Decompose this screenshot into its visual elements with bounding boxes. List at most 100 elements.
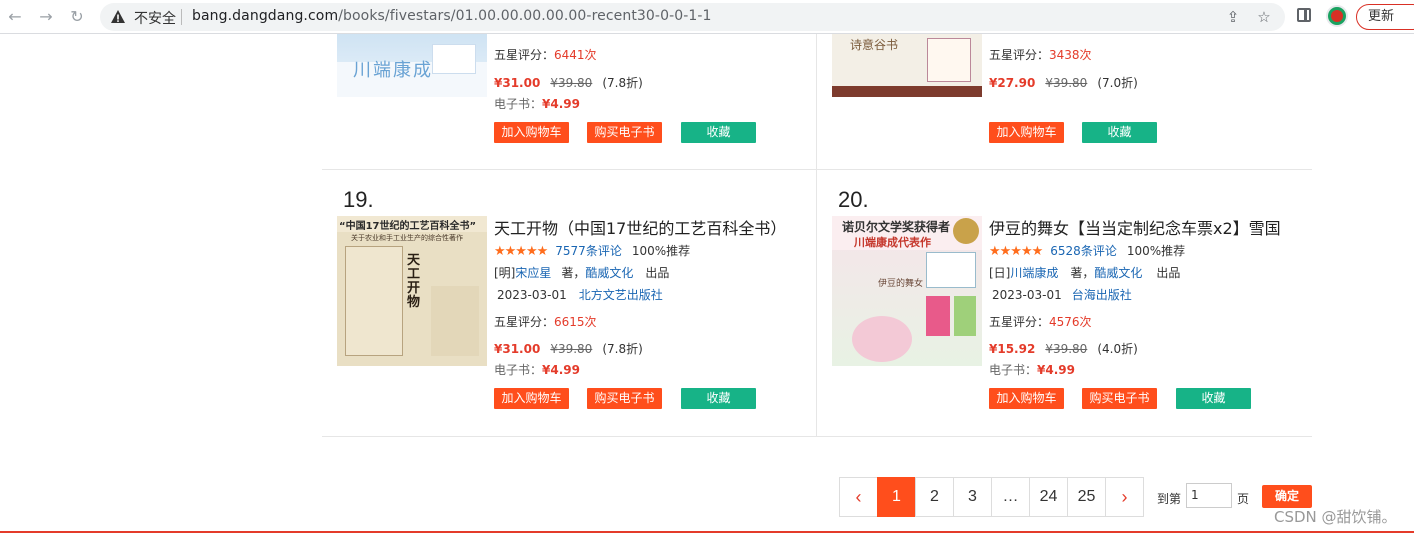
reload-icon[interactable]: ↻ [66,6,88,28]
ebook-row: 电子书：¥4.99 [494,95,580,112]
price: ¥15.92 [989,342,1036,356]
review-count-link[interactable]: 7577条评论 [555,244,622,258]
price-row: ¥15.92 ¥39.80 (4.0折) [989,340,1138,357]
producer-link[interactable]: 酷威文化 [1094,266,1142,280]
cover-subtitle: 关于农业和手工业生产的综合性著作 [351,234,463,242]
rating-label: 五星评分： [989,48,1050,62]
publisher-link[interactable]: 北方文艺出版社 [579,288,663,302]
list-item: 20. 诺贝尔文学奖获得者 川端康成代表作 伊豆的舞女 伊豆的舞女【当当定制纪念… [817,170,1297,430]
browser-toolbar: ← → ↻ 不安全 bang.dangdang.com/books/fivest… [0,0,1414,34]
ebook-label: 电子书： [494,97,543,111]
favorite-button[interactable]: 收藏 [1082,122,1157,143]
discount: (7.8折) [602,342,643,356]
rating-count: 6615次 [554,315,597,329]
goto-label: 到第 [1157,492,1182,506]
list-item: 19. “中国17世纪的工艺百科全书” 关于农业和手工业生产的综合性著作 天工开… [322,170,802,430]
author-link[interactable]: 川端康成 [1010,266,1058,280]
book-title[interactable]: 天工开物（中国17世纪的工艺百科全书） [494,215,786,239]
page-number-2[interactable]: 2 [915,477,954,517]
price: ¥31.00 [494,342,541,356]
ebook-label: 电子书： [494,363,543,377]
rank-number: 19. [343,187,374,212]
original-price: ¥39.80 [1045,76,1088,90]
star-rating-icon: ★★★★★ [989,244,1043,259]
rating-count: 3438次 [1049,48,1092,62]
original-price: ¥39.80 [1045,342,1088,356]
goto-page-input[interactable]: 1 [1186,483,1232,508]
cover-banner: 诺贝尔文学奖获得者 [842,220,951,234]
ebook-price: ¥4.99 [542,363,580,377]
favorite-button[interactable]: 收藏 [1176,388,1251,409]
page-content: 川端康成 五星评分：6441次 ¥31.00 ¥39.80 (7.8折) 电子书：¥… [0,34,1414,533]
forward-arrow-icon[interactable]: → [35,6,57,28]
author-suffix: 著， [1070,266,1095,280]
page-number-3[interactable]: 3 [953,477,992,517]
author-suffix: 著， [561,266,586,280]
add-to-cart-button[interactable]: 加入购物车 [494,122,569,143]
price: ¥27.90 [989,76,1036,90]
rating-row: 五星评分：6615次 [494,313,597,330]
original-price: ¥39.80 [550,76,593,90]
publish-date: 2023-03-01 [497,288,567,302]
publish-row: 2023-03-01 台海出版社 [992,286,1132,303]
rating-label: 五星评分： [989,315,1050,329]
buy-ebook-button[interactable]: 购买电子书 [1082,388,1157,409]
page-number-1[interactable]: 1 [877,477,916,517]
review-row: ★★★★★ 6528条评论 100%推荐 [989,242,1185,259]
confirm-button[interactable]: 确定 [1262,485,1312,508]
add-to-cart-button[interactable]: 加入购物车 [494,388,569,409]
share-icon[interactable]: ⇪ [1224,8,1242,26]
side-panel-icon[interactable] [1297,8,1311,22]
discount: (7.0折) [1097,76,1138,90]
review-row: ★★★★★ 7577条评论 100%推荐 [494,242,690,259]
author-row: [日]川端康成 著，酷威文化 出品 [989,264,1180,281]
warning-icon[interactable] [110,9,126,25]
url-text[interactable]: bang.dangdang.com/books/fivestars/01.00.… [192,8,712,24]
cover-title: 诗意谷书 [850,38,899,52]
insecure-label: 不安全 [134,11,176,27]
rating-row: 五星评分：3438次 [989,46,1092,63]
page-number-24[interactable]: 24 [1029,477,1068,517]
add-to-cart-button[interactable]: 加入购物车 [989,388,1064,409]
book-cover[interactable]: 诺贝尔文学奖获得者 川端康成代表作 伊豆的舞女 [832,216,982,366]
list-item: 川端康成 五星评分：6441次 ¥31.00 ¥39.80 (7.8折) 电子书：¥… [322,34,802,170]
rating-label: 五星评分： [494,48,555,62]
bookmark-star-icon[interactable]: ☆ [1255,8,1273,26]
next-page-button[interactable]: › [1105,477,1144,517]
favorite-button[interactable]: 收藏 [681,122,756,143]
author-prefix: [明] [494,266,516,280]
prev-page-button[interactable]: ‹ [839,477,878,517]
ebook-row: 电子书：¥4.99 [494,361,580,378]
profile-avatar[interactable] [1326,5,1348,27]
cover-subtitle: 川端康成代表作 [854,236,931,249]
book-cover[interactable]: “中国17世纪的工艺百科全书” 关于农业和手工业生产的综合性著作 天工开物 [337,216,487,366]
page-ellipsis: … [991,477,1030,517]
producer-link[interactable]: 酷威文化 [585,266,633,280]
rating-row: 五星评分：4576次 [989,313,1092,330]
update-button[interactable]: 更新 [1356,4,1414,30]
favorite-button[interactable]: 收藏 [681,388,756,409]
price: ¥31.00 [494,76,541,90]
address-separator [181,9,182,25]
book-title[interactable]: 伊豆的舞女【当当定制纪念车票x2】雪国 [989,215,1281,239]
address-bar[interactable]: 不安全 bang.dangdang.com/books/fivestars/01… [100,3,1285,31]
buy-ebook-button[interactable]: 购买电子书 [587,388,662,409]
buy-ebook-button[interactable]: 购买电子书 [587,122,662,143]
url-path: /books/fivestars/01.00.00.00.00.00-recen… [338,8,712,24]
star-rating-icon: ★★★★★ [494,244,548,259]
review-count-link[interactable]: 6528条评论 [1050,244,1117,258]
book-cover[interactable]: 川端康成 [337,34,487,97]
rating-label: 五星评分： [494,315,555,329]
publisher-link[interactable]: 台海出版社 [1072,288,1132,302]
book-cover[interactable]: 诗意谷书 [832,34,982,97]
original-price: ¥39.80 [550,342,593,356]
author-link[interactable]: 宋应星 [515,266,551,280]
rank-number: 20. [838,187,869,212]
pagination: ‹ 1 2 3 … 24 25 › [839,477,1144,517]
price-row: ¥31.00 ¥39.80 (7.8折) [494,74,643,91]
add-to-cart-button[interactable]: 加入购物车 [989,122,1064,143]
cover-title: 伊豆的舞女 [878,279,924,289]
publish-date: 2023-03-01 [992,288,1062,302]
back-arrow-icon[interactable]: ← [4,6,26,28]
page-number-25[interactable]: 25 [1067,477,1106,517]
